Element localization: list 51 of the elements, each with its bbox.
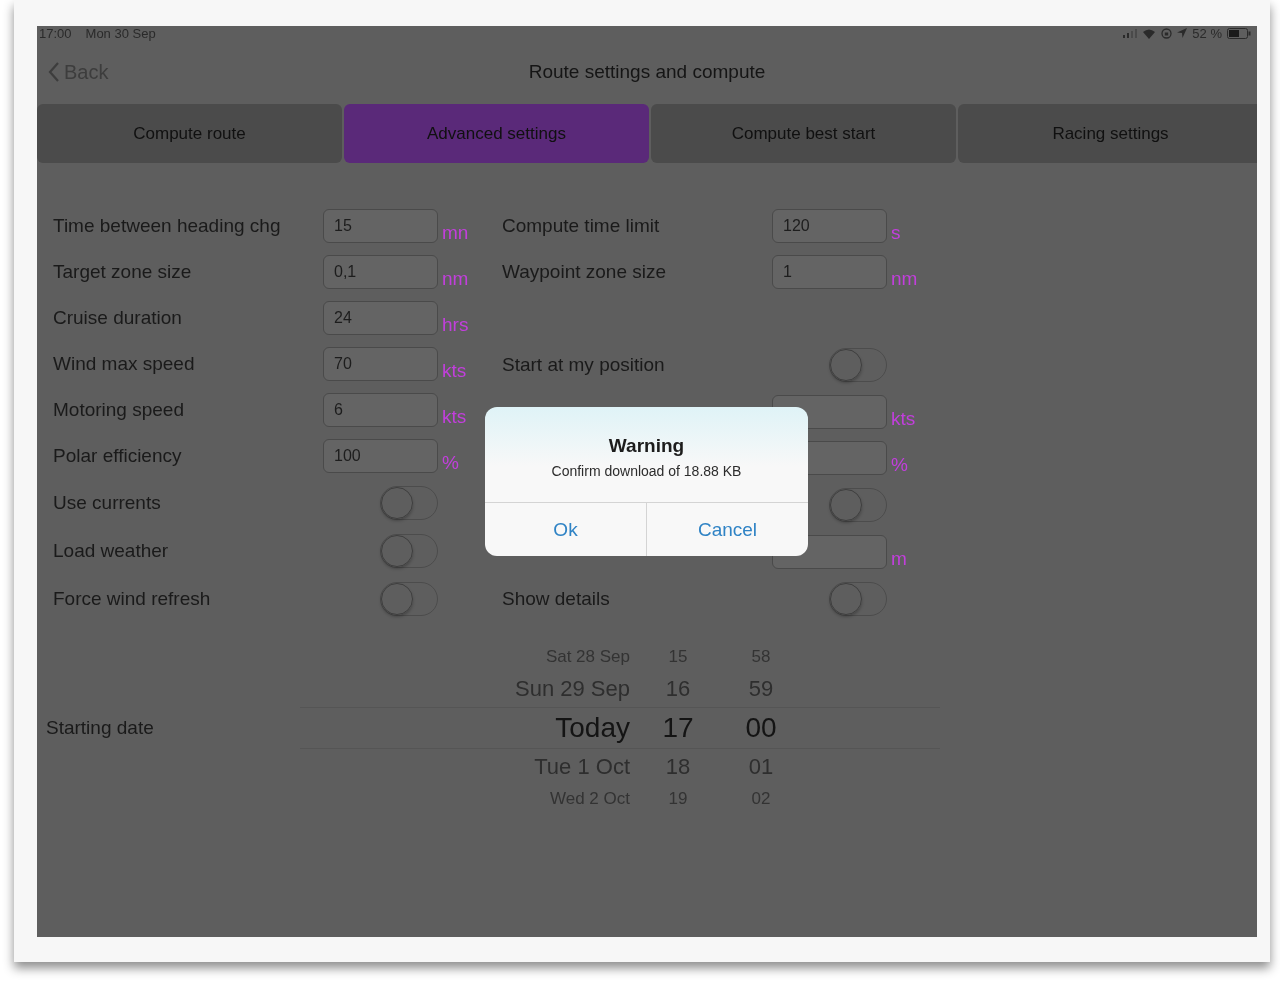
input-field[interactable]: 0,1 (323, 255, 438, 289)
setting-label: Load weather (53, 540, 169, 561)
unit-label: s (891, 221, 901, 244)
screen-title: Route settings and compute (528, 61, 766, 83)
picker-minute: 00 (744, 712, 778, 744)
input-field[interactable]: 24 (323, 301, 438, 335)
dialog-button[interactable]: Cancel (646, 503, 808, 556)
location-arrow-icon (1177, 28, 1188, 38)
tab[interactable]: Compute route (37, 104, 342, 163)
unit-label: kts (442, 359, 467, 382)
setting-label: Target zone size (53, 261, 192, 282)
input-field[interactable]: 120 (772, 209, 887, 243)
setting-label: Show details (502, 588, 610, 609)
tab[interactable]: Advanced settings (344, 104, 649, 163)
lock-rotation-icon (1161, 27, 1173, 39)
dialog-title: Warning (608, 434, 685, 457)
unit-label: nm (442, 267, 469, 290)
setting-label: Time between heading chg (53, 215, 281, 236)
dialog-button[interactable]: Ok (485, 503, 646, 556)
wifi-icon (1142, 27, 1157, 39)
unit-label: kts (891, 407, 916, 430)
input-field[interactable]: 15 (323, 209, 438, 243)
dialog-message: Confirm download of 18.88 KB (551, 462, 742, 479)
tab[interactable]: Racing settings (958, 104, 1257, 163)
input-field[interactable]: 100 (323, 439, 438, 473)
picker-day: Today (300, 712, 630, 744)
unit-label: hrs (442, 313, 469, 336)
input-field[interactable]: 6 (323, 393, 438, 427)
unit-label: % (442, 451, 459, 474)
unit-label: % (891, 453, 908, 476)
setting-label: Motoring speed (53, 399, 184, 420)
chevron-left-icon (48, 62, 60, 82)
picker-hour: 17 (661, 712, 695, 744)
setting-label: Polar efficiency (53, 445, 182, 466)
tab[interactable]: Compute best start (651, 104, 956, 163)
unit-label: m (891, 547, 907, 570)
unit-label: nm (891, 267, 918, 290)
setting-label: Force wind refresh (53, 588, 211, 609)
unit-label: kts (442, 405, 467, 428)
input-field[interactable]: 70 (323, 347, 438, 381)
setting-label: Use currents (53, 492, 161, 513)
unit-label: mn (442, 221, 469, 244)
setting-label: Starting date (46, 717, 154, 738)
setting-label: Start at my position (502, 354, 665, 375)
signal-icon (1123, 28, 1138, 38)
setting-label: Waypoint zone size (502, 261, 667, 282)
battery-icon (1227, 27, 1251, 39)
setting-label: Wind max speed (53, 353, 195, 374)
input-field[interactable]: 1 (772, 255, 887, 289)
setting-label: Compute time limit (502, 215, 660, 236)
setting-label: Cruise duration (53, 307, 182, 328)
